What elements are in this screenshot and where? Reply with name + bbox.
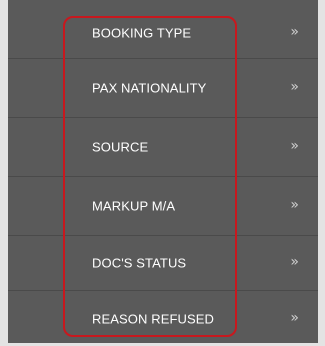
menu-item-label: PAX NATIONALITY (92, 80, 207, 96)
screenshot-frame: BOOKING TYPE » PAX NATIONALITY » SOURCE … (0, 0, 325, 343)
menu-item-docs-status[interactable]: DOC'S STATUS » (8, 236, 318, 291)
menu-item-label: BOOKING TYPE (92, 25, 192, 40)
double-chevron-right-icon: » (290, 254, 299, 271)
menu-item-source[interactable]: SOURCE » (8, 118, 318, 177)
menu-item-reason-refused[interactable]: REASON REFUSED » (8, 291, 318, 346)
menu-item-label: DOC'S STATUS (92, 255, 187, 271)
menu-item-booking-type[interactable]: BOOKING TYPE » (8, 7, 318, 59)
menu-item-pax-nationality[interactable]: PAX NATIONALITY » (8, 59, 318, 118)
menu-item-label: REASON REFUSED (92, 311, 215, 326)
double-chevron-right-icon: » (290, 309, 299, 326)
menu-item-markup-ma[interactable]: MARKUP M/A » (8, 177, 318, 236)
double-chevron-right-icon: » (290, 138, 299, 155)
menu-item-label: MARKUP M/A (92, 198, 176, 214)
menu-item-label: SOURCE (92, 139, 149, 155)
double-chevron-right-icon: » (290, 23, 299, 40)
filter-menu: BOOKING TYPE » PAX NATIONALITY » SOURCE … (8, 0, 318, 343)
double-chevron-right-icon: » (290, 197, 299, 214)
double-chevron-right-icon: » (290, 79, 299, 96)
